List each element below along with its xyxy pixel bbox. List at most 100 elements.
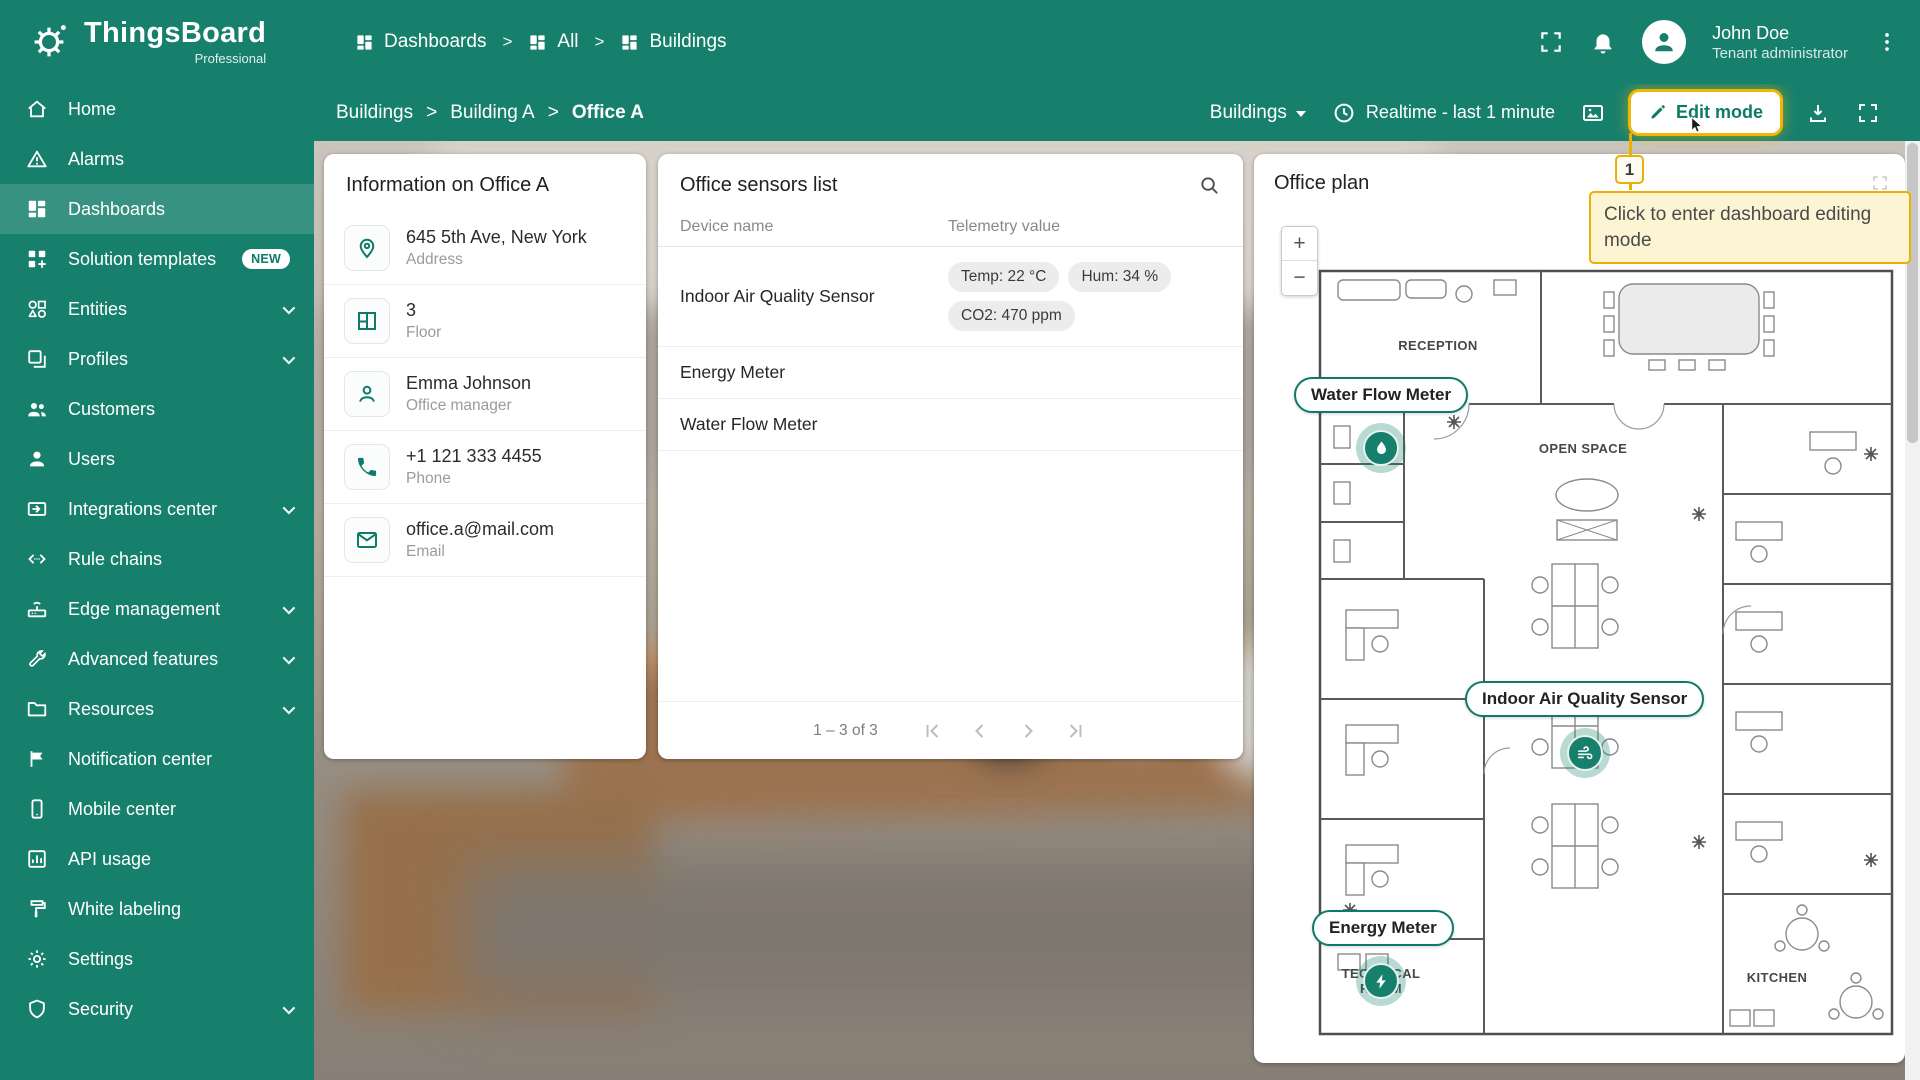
sidebar-item-edge-management[interactable]: Edge management — [0, 584, 314, 634]
main-nav-sidebar: Home Alarms Dashboards Solution template… — [0, 84, 314, 1080]
breadcrumb-all[interactable]: All — [528, 31, 579, 53]
marker-water-flow-meter[interactable] — [1356, 423, 1406, 473]
timewindow-button[interactable]: Realtime - last 1 minute — [1332, 101, 1555, 125]
column-telemetry-value: Telemetry value — [948, 217, 1061, 235]
user-menu[interactable]: John Doe Tenant administrator — [1712, 22, 1848, 62]
next-page-icon[interactable] — [1016, 719, 1040, 743]
chevron-down-icon — [282, 601, 296, 614]
marker-indoor-air-quality-sensor[interactable] — [1560, 728, 1610, 778]
crumb-office-a: Office A — [571, 101, 644, 123]
user-name: John Doe — [1712, 23, 1790, 44]
telemetry-chip: Hum: 34 % — [1068, 262, 1172, 292]
notifications-bell-icon[interactable] — [1590, 29, 1616, 55]
table-row[interactable]: Water Flow Meter — [658, 399, 1243, 451]
crumb-building-a[interactable]: Building A — [450, 102, 535, 124]
room-label-open-space: OPEN SPACE — [1538, 441, 1628, 456]
crumb-buildings[interactable]: Buildings — [336, 102, 413, 124]
last-page-icon[interactable] — [1064, 719, 1088, 743]
user-role: Tenant administrator — [1712, 44, 1848, 62]
breadcrumb-separator: > — [594, 32, 605, 51]
table-row[interactable]: Indoor Air Quality Sensor Temp: 22 °C Hu… — [658, 247, 1243, 347]
breadcrumb-buildings[interactable]: Buildings — [620, 31, 727, 53]
sidebar-item-notification-center[interactable]: Notification center — [0, 734, 314, 784]
marker-label-energy-meter[interactable]: Energy Meter — [1312, 910, 1454, 946]
rule-chains-icon — [26, 548, 48, 570]
new-badge: NEW — [242, 249, 291, 269]
plan-widget-title: Office plan — [1274, 172, 1370, 194]
location-pin-icon — [344, 225, 390, 271]
first-page-icon[interactable] — [920, 719, 944, 743]
search-icon[interactable] — [1198, 174, 1221, 197]
sidebar-item-customers[interactable]: Customers — [0, 384, 314, 434]
dashboard-toolbar: Buildings > Building A > Office A Buildi… — [314, 84, 1920, 265]
scrollbar-thumb[interactable] — [1907, 143, 1918, 443]
sidebar-item-api-usage[interactable]: API usage — [0, 834, 314, 884]
sidebar-item-dashboards[interactable]: Dashboards — [0, 184, 314, 234]
header-breadcrumb: Dashboards > All > Buildings — [355, 0, 727, 84]
room-label-kitchen: KITCHEN — [1746, 970, 1808, 985]
sidebar-item-advanced-features[interactable]: Advanced features — [0, 634, 314, 684]
info-row-email: office.a@mail.com Email — [324, 504, 646, 577]
device-name: Water Flow Meter — [680, 414, 818, 434]
breadcrumb-dashboards[interactable]: Dashboards — [355, 31, 486, 53]
breadcrumb-separator: > — [502, 32, 513, 51]
app-name: ThingsBoard — [84, 16, 267, 49]
edit-mode-button[interactable]: Edit mode 1 Click to enter dashboard edi… — [1588, 92, 1911, 265]
users-icon — [26, 448, 48, 470]
energy-icon — [1375, 973, 1386, 989]
sidebar-item-rule-chains[interactable]: Rule chains — [0, 534, 314, 584]
download-icon[interactable] — [1806, 101, 1830, 125]
marker-label-water-flow-meter[interactable]: Water Flow Meter — [1294, 377, 1469, 413]
sidebar-item-white-labeling[interactable]: White labeling — [0, 884, 314, 934]
office-plan-widget: Office plan + − RECEPTION OPEN SPACE KIT… — [1254, 154, 1905, 1063]
chevron-down-icon — [282, 651, 296, 664]
sidebar-item-users[interactable]: Users — [0, 434, 314, 484]
sidebar-item-integrations-center[interactable]: Integrations center — [0, 484, 314, 534]
kebab-menu-icon[interactable] — [1874, 29, 1900, 55]
sidebar-item-security[interactable]: Security — [0, 984, 314, 1034]
marker-label-indoor-air-quality-sensor[interactable]: Indoor Air Quality Sensor — [1465, 681, 1705, 717]
zoom-out-button[interactable]: − — [1282, 261, 1317, 295]
zoom-in-button[interactable]: + — [1282, 227, 1317, 261]
info-widget-title: Information on Office A — [346, 174, 550, 196]
chevron-down-icon — [282, 501, 296, 514]
user-avatar[interactable] — [1642, 20, 1687, 64]
vertical-scrollbar[interactable] — [1905, 141, 1920, 1080]
caret-down-icon — [1295, 110, 1306, 117]
sidebar-item-resources[interactable]: Resources — [0, 684, 314, 734]
breadcrumb-separator: > — [426, 101, 438, 123]
widget-expand-icon[interactable] — [1871, 174, 1889, 192]
fullscreen-icon[interactable] — [1856, 101, 1880, 125]
email-icon — [344, 517, 390, 563]
sidebar-item-settings[interactable]: Settings — [0, 934, 314, 984]
advanced-features-icon — [26, 648, 48, 670]
gallery-image-icon[interactable] — [1581, 101, 1605, 125]
toolbar-actions: Buildings Realtime - last 1 minute Edit … — [1210, 92, 1911, 265]
table-row[interactable]: Energy Meter — [658, 347, 1243, 399]
solution-templates-icon — [26, 248, 48, 270]
clock-icon — [1332, 101, 1356, 125]
sidebar-item-home[interactable]: Home — [0, 84, 314, 134]
mouse-cursor — [1686, 116, 1705, 135]
sidebar-item-solution-templates[interactable]: Solution templates NEW — [0, 234, 314, 284]
dashboards-icon — [355, 33, 374, 52]
info-row-floor: 3 Floor — [324, 285, 646, 358]
pagination-range: 1 – 3 of 3 — [813, 721, 878, 739]
telemetry-chips: Temp: 22 °C Hum: 34 % CO2: 470 ppm — [948, 262, 1221, 331]
sidebar-item-profiles[interactable]: Profiles — [0, 334, 314, 384]
marker-energy-meter[interactable] — [1356, 956, 1406, 1006]
gear-icon — [26, 948, 48, 970]
info-widget: Information on Office A 645 5th Ave, New… — [324, 154, 646, 759]
sidebar-item-alarms[interactable]: Alarms — [0, 134, 314, 184]
sidebar-item-entities[interactable]: Entities — [0, 284, 314, 334]
entity-select[interactable]: Buildings — [1210, 102, 1306, 124]
sidebar-item-mobile-center[interactable]: Mobile center — [0, 784, 314, 834]
info-row-phone: +1 121 333 4455 Phone — [324, 431, 646, 504]
header-actions: John Doe Tenant administrator — [1538, 0, 1900, 84]
fullscreen-icon[interactable] — [1538, 29, 1564, 55]
dashboard-canvas: Information on Office A 645 5th Ave, New… — [314, 141, 1920, 1080]
previous-page-icon[interactable] — [968, 719, 992, 743]
app-logo[interactable]: ThingsBoard Professional — [0, 16, 267, 66]
entities-icon — [26, 298, 48, 320]
customers-icon — [26, 398, 48, 420]
